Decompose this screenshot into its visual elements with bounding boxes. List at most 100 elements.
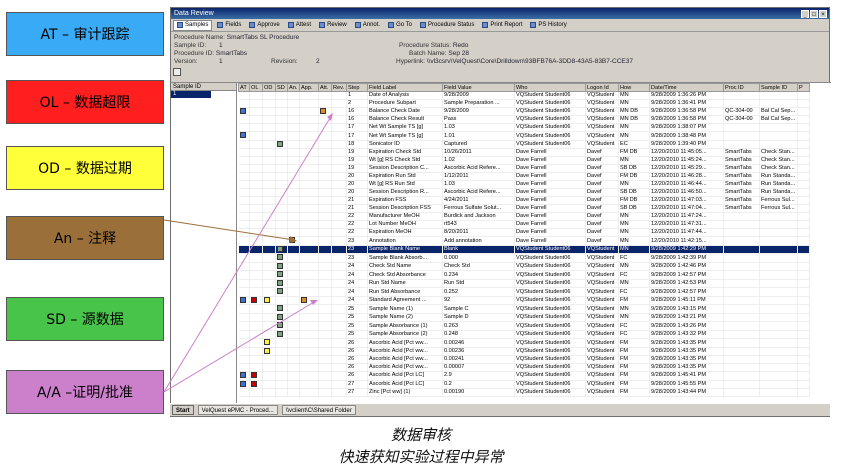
- flag-o-icon[interactable]: [320, 108, 326, 114]
- taskbar-item-shared-folder[interactable]: \\vclient\C\Shared Folder: [281, 405, 356, 415]
- column-header[interactable]: AT: [238, 83, 250, 92]
- column-header[interactable]: Proc ID: [723, 83, 760, 92]
- table-row[interactable]: 23 Annotation Add annotation Dave Farrell Da…: [238, 236, 810, 246]
- column-header[interactable]: Logon Id: [585, 83, 619, 92]
- table-row[interactable]: 22 Manufacturer MeOH Burdick and Jackson Da…: [238, 212, 810, 222]
- table-row[interactable]: 27 Ascorbic Acid [Pct LC] 0.2 VQStudent Stu…: [238, 380, 810, 390]
- table-row[interactable]: 25 Sample Absorbance (1) 0.263 VQStudent St…: [238, 321, 810, 331]
- flag-g-icon[interactable]: [277, 330, 283, 337]
- table-row[interactable]: 26 Ascorbic Acid [Pct ww... 0.00241 VQStude…: [238, 355, 810, 365]
- flag-g-icon[interactable]: [277, 322, 283, 329]
- toolbar-fields-button[interactable]: Fields: [214, 20, 244, 31]
- taskbar-item-velquest[interactable]: VelQuest ePMC - Proced...: [197, 405, 278, 415]
- column-header[interactable]: Field Value: [442, 83, 515, 92]
- table-row[interactable]: 16 Balance Check Result Pass VQStudent Stud…: [238, 115, 810, 125]
- flag-g-icon[interactable]: [277, 140, 283, 147]
- column-header[interactable]: Step: [346, 83, 368, 92]
- table-row[interactable]: 19 Expiration Check Std 10/26/2011 Dave Far…: [238, 148, 810, 158]
- toolbar-attest-button[interactable]: Attest: [285, 20, 314, 31]
- table-row[interactable]: 19 Session Description C... Ascorbic Acid …: [238, 164, 810, 174]
- table-row[interactable]: 17 Net Wt Sample TS [g] 1.03 VQStudent Stud…: [238, 123, 810, 133]
- table-row[interactable]: 16 Balance Check Date 9/28/2009 VQStudent S…: [238, 107, 810, 117]
- flag-g-icon[interactable]: [277, 245, 283, 252]
- table-row[interactable]: 18 Sonicator ID Captured VQStudent Student0…: [238, 140, 810, 150]
- flag-y-icon[interactable]: [264, 347, 270, 354]
- minimize-button[interactable]: _: [801, 9, 809, 18]
- flag-r-icon[interactable]: [251, 372, 257, 379]
- flag-b-icon[interactable]: [239, 380, 246, 387]
- toolbar-go-to-button[interactable]: Go To: [385, 20, 415, 31]
- flag-g-icon[interactable]: [277, 288, 283, 295]
- column-header[interactable]: Rev.: [331, 83, 347, 92]
- sample-list-item[interactable]: 1: [171, 91, 211, 98]
- table-row[interactable]: 25 Sample Absorbance (2) 0.248 VQStudent St…: [238, 330, 810, 340]
- table-row[interactable]: 26 Ascorbic Acid [Pct ww... 0.00236 VQStude…: [238, 347, 810, 357]
- table-row[interactable]: 23 Sample Blank Name Blank VQStudent Studen…: [238, 245, 810, 255]
- flag-r-icon[interactable]: [251, 296, 257, 303]
- flag-g-icon[interactable]: [277, 262, 283, 269]
- table-row[interactable]: 25 Sample Name (1) Sample C VQStudent Stude…: [238, 304, 810, 314]
- flag-b-icon[interactable]: [239, 132, 246, 139]
- maximize-button[interactable]: □: [810, 9, 818, 18]
- start-button[interactable]: Start: [172, 405, 194, 415]
- column-header[interactable]: OL: [249, 83, 263, 92]
- flag-g-icon[interactable]: [277, 279, 283, 286]
- toolbar-print-report-button[interactable]: Print Report: [479, 20, 525, 31]
- column-header[interactable]: OD: [262, 83, 276, 92]
- close-button[interactable]: ×: [819, 9, 827, 18]
- toolbar-approve-button[interactable]: Approve: [246, 20, 282, 31]
- column-header[interactable]: SD: [275, 83, 288, 92]
- toolbar-ps-history-button[interactable]: PS History: [527, 20, 569, 31]
- table-row[interactable]: 26 Ascorbic Acid [Pct ww... 0.00007 VQStude…: [238, 363, 810, 373]
- table-row[interactable]: 20 Wt [g] RS Run Std 1.03 Dave Farrell Davef…: [238, 180, 810, 190]
- table-row[interactable]: 23 Sample Blank Absorb... 0.000 VQStudent S…: [238, 253, 810, 263]
- flag-b-icon[interactable]: [239, 296, 246, 303]
- column-header[interactable]: Att.: [318, 83, 332, 92]
- flag-y-icon[interactable]: [264, 339, 270, 346]
- flag-o-icon[interactable]: [301, 296, 307, 303]
- flag-cell: [238, 180, 250, 190]
- table-row[interactable]: 24 Check Std Name Check Std VQStudent Stude…: [238, 262, 810, 272]
- table-row[interactable]: 21 Session Description FSS Ferrous Sulfate…: [238, 204, 810, 214]
- flag-n-icon[interactable]: [289, 237, 295, 244]
- column-header[interactable]: Sample ID: [759, 83, 798, 92]
- table-row[interactable]: 25 Sample Name (2) Sample D VQStudent Stude…: [238, 313, 810, 323]
- table-row[interactable]: 24 Run Std Name Run Std VQStudent Student06…: [238, 279, 810, 289]
- table-row[interactable]: 19 Wt [g] RS Check Std 1.02 Dave Farrell Dav…: [238, 156, 810, 166]
- flag-g-icon[interactable]: [277, 305, 283, 312]
- expand-icon[interactable]: [173, 68, 181, 76]
- table-row[interactable]: 2 Procedure Subpart Sample Preparation ...…: [238, 99, 810, 108]
- toolbar-samples-button[interactable]: Samples: [173, 19, 213, 31]
- table-row[interactable]: 20 Session Description R... Ascorbic Acid …: [238, 188, 810, 198]
- column-header[interactable]: P: [797, 83, 810, 92]
- table-row[interactable]: 26 Ascorbic Acid [Pct LC] 2.9 VQStudent Stu…: [238, 371, 810, 381]
- table-row[interactable]: 22 Lot Number MeOH rt543 Dave Farrell Davef M…: [238, 220, 810, 230]
- flag-b-icon[interactable]: [239, 108, 246, 114]
- column-header[interactable]: How: [618, 83, 650, 92]
- toolbar-annot-button[interactable]: Annot.: [352, 20, 383, 31]
- hyperlink-value[interactable]: \\vl3csrv\VelQuest\Core\Drilldown\93BFB7…: [427, 58, 633, 65]
- table-row[interactable]: 26 Ascorbic Acid [Pct ww... 0.00246 VQStude…: [238, 338, 810, 348]
- table-row[interactable]: 22 Expiration MeOH 8/20/2011 Dave Farrell Da…: [238, 228, 810, 238]
- column-header[interactable]: App.: [299, 83, 319, 92]
- flag-r-icon[interactable]: [251, 380, 257, 387]
- flag-g-icon[interactable]: [277, 254, 283, 261]
- table-row[interactable]: 1 Date of Analysis 9/28/2009 VQStudent Stud…: [238, 91, 810, 100]
- flag-g-icon[interactable]: [277, 313, 283, 320]
- column-header[interactable]: Date/Time: [649, 83, 724, 92]
- table-row[interactable]: 21 Expiration FSS 4/24/2011 Dave Farrell Dav…: [238, 196, 810, 206]
- column-header[interactable]: Who: [514, 83, 586, 92]
- table-row[interactable]: 20 Expiration Run Std 1/12/2011 Dave Farrel…: [238, 172, 810, 182]
- toolbar-procedure-status-button[interactable]: Procedure Status: [417, 20, 477, 31]
- column-header[interactable]: An.: [287, 83, 300, 92]
- flag-y-icon[interactable]: [264, 296, 270, 303]
- table-row[interactable]: 17 Net Wt Sample TS [g] 1.01 VQStudent Stud…: [238, 131, 810, 141]
- toolbar-review-button[interactable]: Review: [316, 20, 350, 31]
- table-row[interactable]: 24 Run Std Absorbance 0.252 VQStudent Stude…: [238, 287, 810, 297]
- table-row[interactable]: 24 Standard Agreement ... 92 VQStudent Stud…: [238, 296, 810, 306]
- flag-g-icon[interactable]: [277, 271, 283, 278]
- table-row[interactable]: 24 Check Std Absorbance 0.234 VQStudent Stu…: [238, 270, 810, 280]
- column-header[interactable]: Field Label: [367, 83, 443, 92]
- flag-b-icon[interactable]: [239, 372, 246, 379]
- table-row[interactable]: 27 Zinc [Pct ww] (1) 0.00190 VQStudent Stud…: [238, 388, 810, 398]
